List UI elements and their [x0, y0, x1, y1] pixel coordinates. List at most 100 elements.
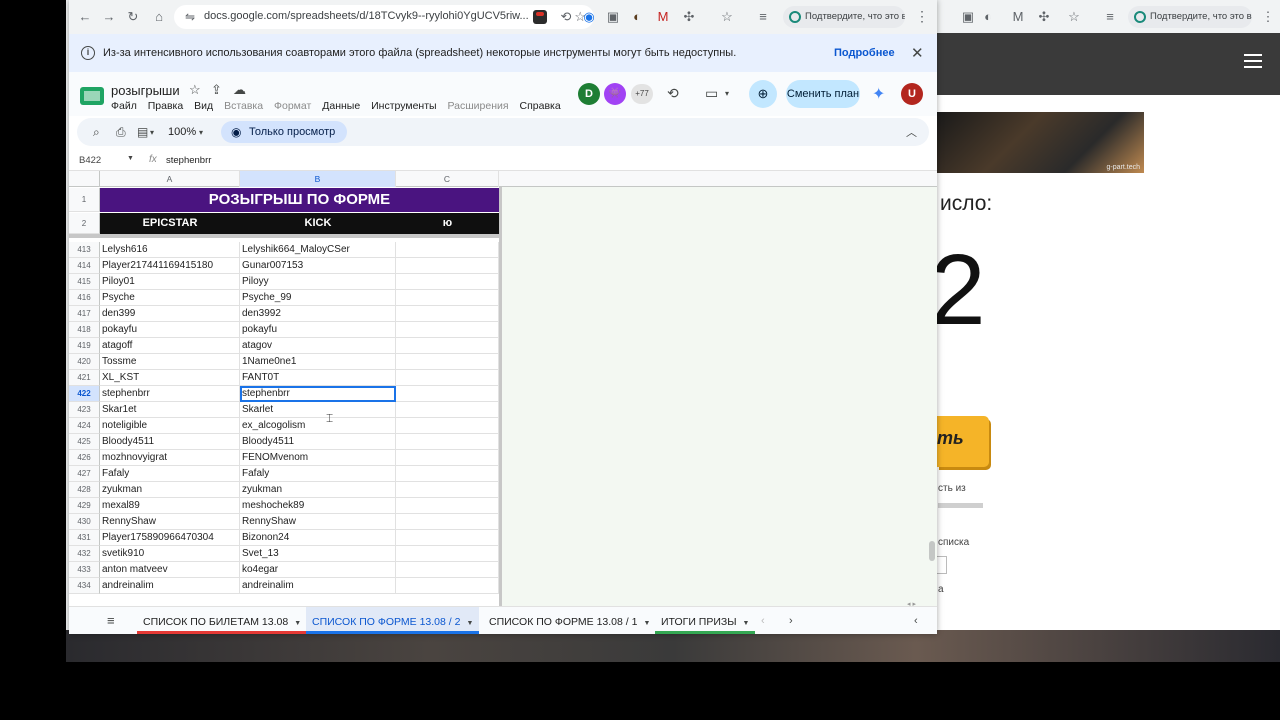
row-header[interactable]: 426 [69, 450, 100, 466]
row-header[interactable]: 418 [69, 322, 100, 338]
url-text[interactable]: docs.google.com/spreadsheets/d/18TCvyk9-… [204, 10, 564, 22]
cell-c[interactable] [396, 290, 499, 306]
menu-view[interactable]: Вид [194, 100, 213, 112]
menu-extensions[interactable]: Расширения [448, 100, 509, 112]
star-icon[interactable]: ☆ [1066, 9, 1082, 25]
zoom-select[interactable]: 100% [168, 126, 196, 138]
cell-a[interactable]: andreinalim [100, 578, 240, 594]
row-header[interactable]: 415 [69, 274, 100, 290]
row-header[interactable]: 416 [69, 290, 100, 306]
chevron-down-icon[interactable]: ▼ [743, 620, 750, 627]
menu-data[interactable]: Данные [322, 100, 360, 112]
site-info-icon[interactable]: ⇋ [182, 9, 198, 25]
row-header[interactable]: 1 [69, 188, 100, 212]
cell-b[interactable]: zyukman [240, 482, 396, 498]
cell-b[interactable]: Bizonon24 [240, 530, 396, 546]
cell-c[interactable] [396, 322, 499, 338]
column-title-kick[interactable]: KICK [240, 213, 396, 234]
history-icon[interactable]: ⟲ [667, 85, 679, 102]
cell-c[interactable] [396, 274, 499, 290]
menu-format[interactable]: Формат [274, 100, 311, 112]
chevron-down-icon[interactable]: ▾ [725, 89, 729, 98]
collapse-side-panel-icon[interactable]: ‹ [914, 615, 918, 627]
home-icon[interactable]: ⌂ [151, 9, 167, 25]
cell-a[interactable]: Lelysh616 [100, 242, 240, 258]
menu-edit[interactable]: Правка [148, 100, 183, 112]
avatar[interactable]: 👾 [604, 83, 626, 105]
star-icon[interactable]: ☆ [189, 82, 201, 98]
search-icon[interactable]: ⌕ [93, 125, 100, 140]
back-icon[interactable]: ← [77, 9, 93, 25]
row-header[interactable]: 429 [69, 498, 100, 514]
move-icon[interactable]: ⇪ [211, 82, 222, 98]
extension-icon[interactable]: ◐ [629, 9, 645, 25]
cell-b[interactable]: RennyShaw [240, 514, 396, 530]
cell-c[interactable] [396, 354, 499, 370]
kebab-menu-icon[interactable]: ⋮ [915, 8, 929, 25]
cell-c[interactable] [396, 450, 499, 466]
row-header[interactable]: 2 [69, 213, 100, 234]
cell-b[interactable]: FANT0T [240, 370, 396, 386]
cell-b[interactable]: pokayfu [240, 322, 396, 338]
cell-c[interactable] [396, 546, 499, 562]
gemini-icon[interactable]: ✦ [872, 84, 885, 104]
cell-b[interactable]: Fafaly [240, 466, 396, 482]
sheet-tab[interactable]: СПИСОК ПО ФОРМЕ 13.08 / 2 ▼ [306, 607, 480, 634]
cell-a[interactable]: XL_KST [100, 370, 240, 386]
row-header[interactable]: 425 [69, 434, 100, 450]
print-icon[interactable]: ⎙ [116, 125, 126, 140]
cell-b[interactable]: Svet_13 [240, 546, 396, 562]
screenshot-icon[interactable]: ▣ [605, 9, 621, 25]
cell-c[interactable] [396, 306, 499, 322]
cell-a[interactable]: RennyShaw [100, 514, 240, 530]
row-header[interactable]: 428 [69, 482, 100, 498]
chevron-down-icon[interactable]: ▼ [127, 155, 134, 162]
sheet-tab[interactable]: ИТОГИ ПРИЗЫ ▼ [655, 607, 756, 634]
cell-b[interactable]: ko4egar [240, 562, 396, 578]
frozen-rows-divider[interactable] [69, 234, 502, 238]
chevron-down-icon[interactable]: ▼ [643, 620, 650, 627]
extension-icon[interactable]: ◉ [581, 9, 597, 25]
row-header[interactable]: 432 [69, 546, 100, 562]
chevron-right-icon[interactable]: › [789, 615, 793, 627]
row-header[interactable]: 434 [69, 578, 100, 594]
cell-b[interactable]: stephenbrr [240, 386, 396, 402]
cell-b[interactable]: atagov [240, 338, 396, 354]
cell-a[interactable]: Player217441169415180 [100, 258, 240, 274]
row-header[interactable]: 433 [69, 562, 100, 578]
address-bar[interactable]: ⇋ docs.google.com/spreadsheets/d/18TCvyk… [174, 5, 594, 29]
user-avatar[interactable]: U [901, 83, 923, 105]
cell-a[interactable]: atagoff [100, 338, 240, 354]
cell-a[interactable]: mozhnovyigrat [100, 450, 240, 466]
puzzle-icon[interactable]: ✣ [681, 9, 697, 25]
cell-b[interactable]: den3992 [240, 306, 396, 322]
notice-more-link[interactable]: Подробнее [834, 47, 895, 59]
cell-c[interactable] [396, 258, 499, 274]
column-header-c[interactable]: C [396, 171, 499, 187]
reading-list-icon[interactable]: ≡ [755, 9, 771, 25]
puzzle-icon[interactable]: ✣ [1036, 9, 1052, 25]
collapse-toolbar-icon[interactable]: ︿ [906, 124, 917, 140]
cell-c[interactable] [396, 530, 499, 546]
cell-a[interactable]: den399 [100, 306, 240, 322]
cell-b[interactable]: Psyche_99 [240, 290, 396, 306]
chevron-left-icon[interactable]: ‹ [761, 615, 765, 627]
sheet-title-banner[interactable]: РОЗЫГРЫШ ПО ФОРМЕ [100, 188, 499, 212]
menu-help[interactable]: Справка [520, 100, 561, 112]
cell-a[interactable]: mexal89 [100, 498, 240, 514]
change-plan-button[interactable]: Сменить план [786, 80, 860, 108]
cell-c[interactable] [396, 498, 499, 514]
row-header[interactable]: 423 [69, 402, 100, 418]
background-input[interactable] [937, 556, 947, 574]
cell-c[interactable] [396, 386, 499, 402]
cell-b[interactable]: meshochek89 [240, 498, 396, 514]
column-title-epicstar[interactable]: EPICSTAR [100, 213, 240, 234]
more-collaborators-badge[interactable]: +77 [631, 84, 653, 104]
video-call-icon[interactable]: ▭ [705, 85, 718, 102]
frozen-columns-divider[interactable] [499, 187, 502, 606]
reload-icon[interactable]: ↻ [125, 9, 141, 25]
sheet-tab[interactable]: СПИСОК ПО ФОРМЕ 13.08 / 1 ▼ [483, 607, 656, 634]
cloud-status-icon[interactable]: ☁ [233, 82, 246, 98]
cell-b[interactable]: Gunar007153 [240, 258, 396, 274]
cell-a[interactable]: Psyche [100, 290, 240, 306]
